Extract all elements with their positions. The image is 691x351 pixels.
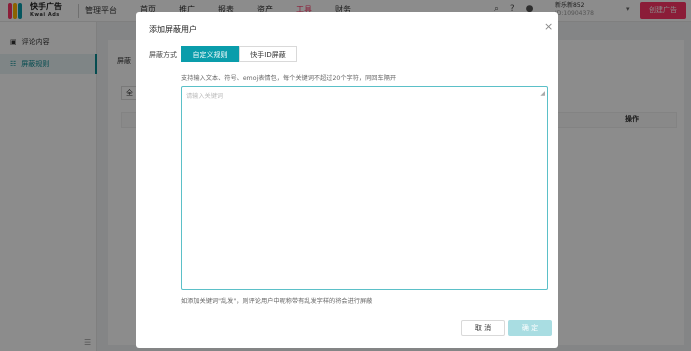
cancel-button[interactable]: 取 消 [461, 320, 505, 336]
modal-title: 添加屏蔽用户 [149, 25, 197, 34]
shield-method-label: 屏蔽方式 [149, 51, 177, 59]
tab-kwai-id[interactable]: 快手ID屏蔽 [239, 46, 297, 62]
add-blocked-user-modal: 添加屏蔽用户 × 屏蔽方式 自定义规则 快手ID屏蔽 支持输入文本、符号、emo… [136, 12, 558, 348]
tab-custom-rule[interactable]: 自定义规则 [181, 46, 239, 62]
keyword-placeholder: 请输入关键词 [186, 93, 224, 100]
input-hint: 支持输入文本、符号、emoj表情包，每个关键词不超过20个字符，同回车隔开 [181, 75, 397, 82]
resize-handle-icon[interactable]: ◢ [540, 90, 545, 97]
example-text: 如添加关键词"乱发"，则评论用户中昵称带有乱发字样的将会进行屏蔽 [181, 298, 373, 305]
confirm-button[interactable]: 确 定 [508, 320, 552, 336]
close-icon[interactable]: × [544, 20, 553, 33]
keyword-textarea[interactable]: 请输入关键词 ◢ [181, 86, 548, 290]
